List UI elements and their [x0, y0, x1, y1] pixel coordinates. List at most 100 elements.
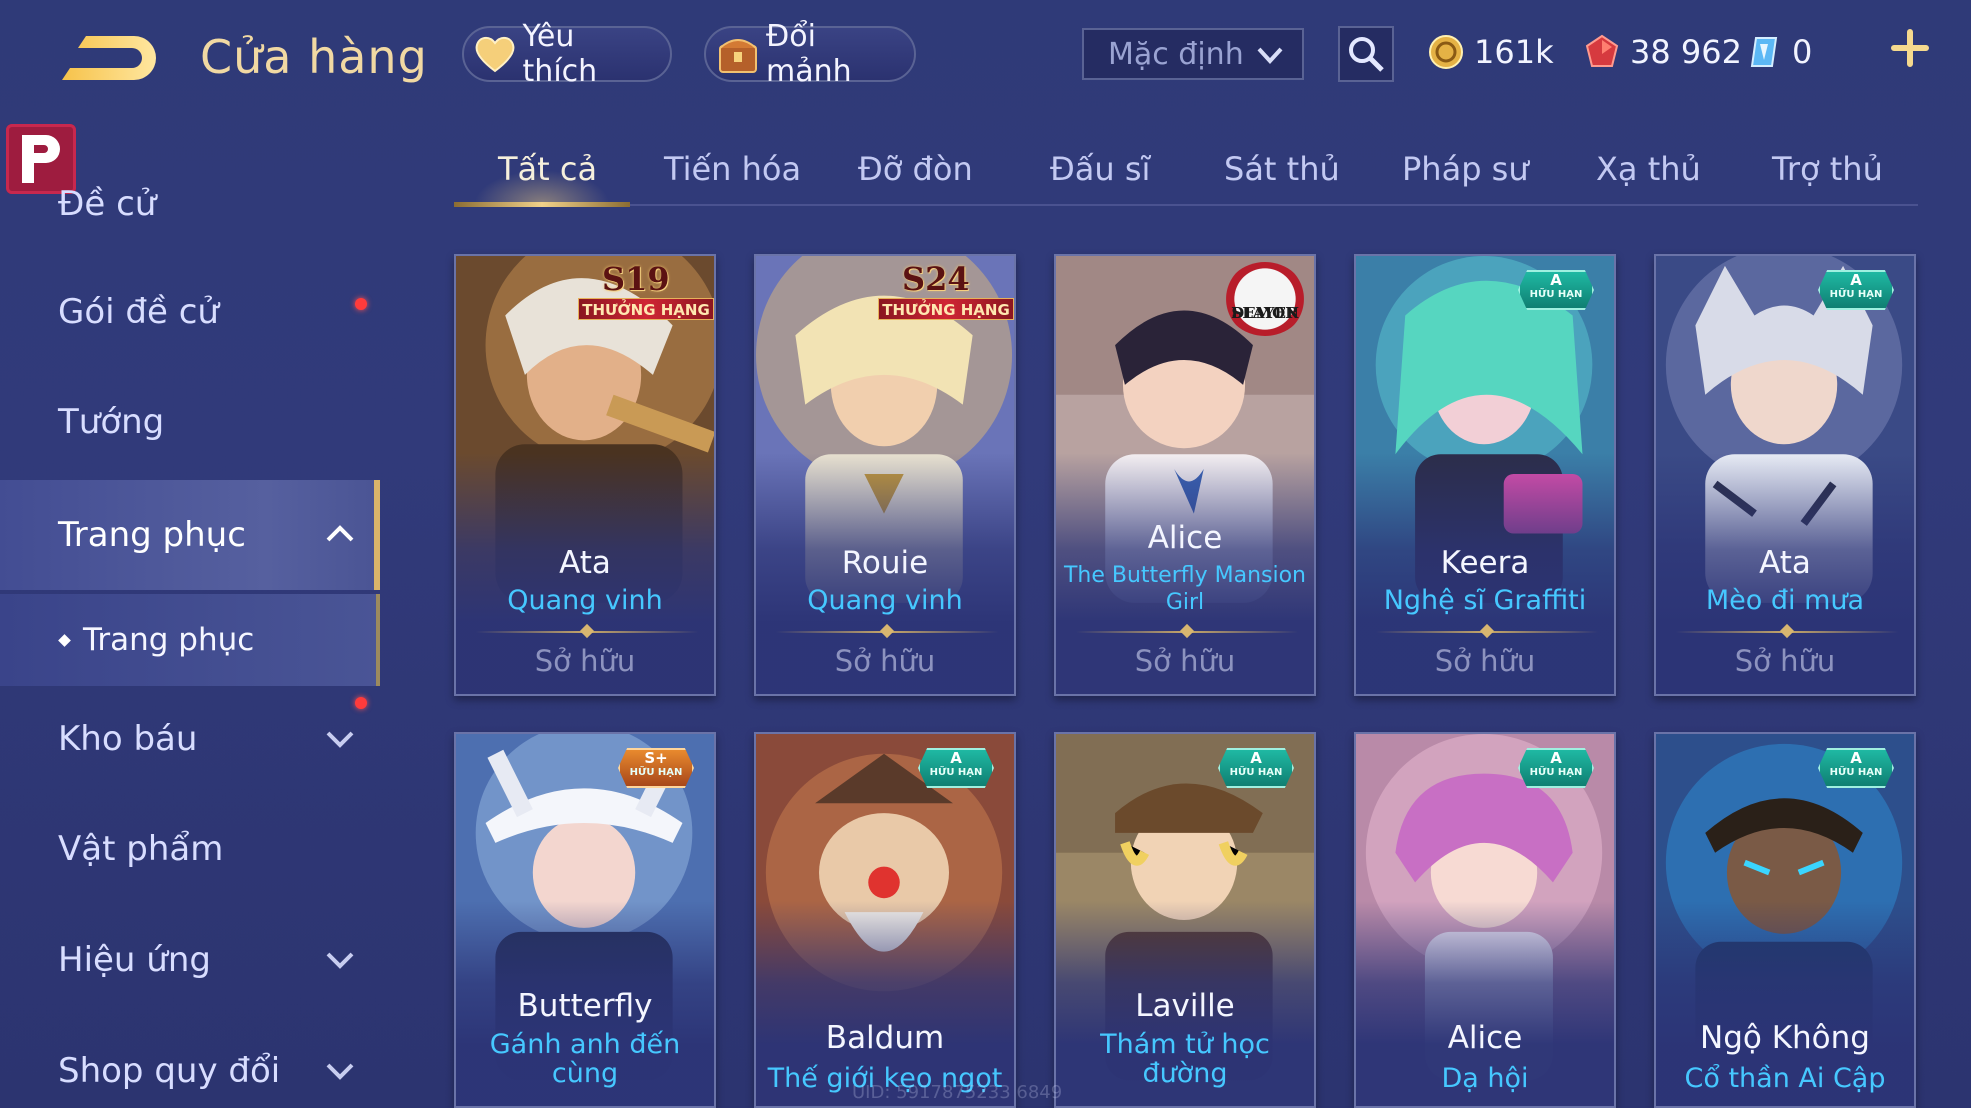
back-button[interactable] — [56, 28, 160, 90]
hero-name: Rouie — [841, 545, 929, 581]
plus-icon — [1891, 29, 1929, 67]
gold-amount: 161k — [1474, 33, 1554, 71]
sidebar-item-treasure[interactable]: Kho báu — [0, 689, 380, 789]
collab-badge: DEMON SLAYER — [1224, 262, 1306, 336]
sidebar-item-label: Shop quy đổi — [58, 1051, 281, 1091]
gold-currency: 161k — [1428, 26, 1554, 78]
red-voucher-icon — [1585, 34, 1619, 67]
top-bar: Cửa hàng Yêu thích Đổi mảnh Mặc định 161… — [0, 0, 1971, 110]
notification-dot — [355, 697, 367, 709]
skin-card[interactable]: A HỮU HẠN Keera Nghệ sĩ Graffiti Sở hữu — [1354, 254, 1616, 696]
chevron-down-icon — [326, 952, 354, 969]
sidebar-item-label: Trang phục — [58, 515, 246, 555]
chevron-down-icon — [1257, 47, 1283, 64]
voucher-amount: 38 962 — [1630, 33, 1742, 71]
hero-name: Ata — [1759, 545, 1811, 581]
tab-support[interactable]: Trợ thủ — [1772, 150, 1883, 188]
card-divider — [476, 631, 698, 633]
sidebar-item-label: Trang phục — [83, 622, 255, 658]
hero-name: Laville — [1135, 988, 1235, 1024]
chest-icon — [716, 32, 760, 76]
skin-name: Cổ thần Ai Cập — [1684, 1063, 1886, 1094]
sidebar-item-label: Gói đề cử — [58, 292, 219, 332]
tab-assassin[interactable]: Sát thủ — [1224, 150, 1340, 188]
sidebar-item-heroes[interactable]: Tướng — [0, 372, 380, 472]
season-rank-badge: S19 THƯỞNG HẠNG — [574, 260, 714, 324]
chevron-down-icon — [326, 1063, 354, 1080]
hero-name: Alice — [1447, 1020, 1523, 1056]
sidebar-subitem-skins[interactable]: Trang phục — [0, 594, 380, 686]
chevron-down-icon — [326, 731, 354, 748]
tier-a-limited-badge: A HỮU HẠN — [1818, 270, 1894, 310]
skin-name: Nghệ sĩ Graffiti — [1383, 585, 1587, 616]
tier-a-limited-badge: A HỮU HẠN — [1518, 270, 1594, 310]
card-divider — [1076, 631, 1298, 633]
sidebar-item-effects[interactable]: Hiệu ứng — [0, 910, 380, 1010]
hero-name: Keera — [1440, 545, 1530, 581]
sidebar-item-label: Vật phẩm — [58, 829, 224, 869]
crystal-currency: 0 — [1746, 26, 1812, 78]
skin-card[interactable]: S+ HỮU HẠN Butterfly Gánh anh đến cùng — [454, 732, 716, 1108]
card-divider — [1676, 631, 1898, 633]
crystal-amount: 0 — [1792, 33, 1813, 71]
sidebar-item-exchange-shop[interactable]: Shop quy đổi — [0, 1021, 380, 1108]
owned-status: Sở hữu — [534, 644, 636, 678]
owned-status: Sở hữu — [1134, 644, 1236, 678]
chevron-up-icon — [326, 525, 354, 542]
tier-a-limited-badge: A HỮU HẠN — [918, 748, 994, 788]
sort-dropdown[interactable]: Mặc định — [1082, 28, 1304, 80]
tab-tank[interactable]: Đỡ đòn — [858, 150, 973, 188]
tab-fighter[interactable]: Đấu sĩ — [1050, 150, 1150, 188]
owned-status: Sở hữu — [834, 644, 936, 678]
hero-name: Butterfly — [517, 988, 653, 1024]
favorite-button[interactable]: Yêu thích — [462, 19, 672, 89]
sidebar-item-skins[interactable]: Trang phục — [0, 480, 380, 590]
role-tabs: Tất cả Tiến hóa Đỡ đòn Đấu sĩ Sát thủ Ph… — [454, 140, 1918, 206]
skin-card[interactable]: A HỮU HẠN Alice Dạ hội — [1354, 732, 1616, 1108]
heart-icon — [474, 32, 517, 76]
skin-name: Quang vinh — [807, 585, 963, 616]
skin-card[interactable]: S19 THƯỞNG HẠNG Ata Quang vinh Sở hữu — [454, 254, 716, 696]
page-title: Cửa hàng — [200, 30, 428, 84]
hero-name: Ata — [559, 545, 611, 581]
owned-status: Sở hữu — [1734, 644, 1836, 678]
sidebar-item-recommended[interactable]: Đề cử — [0, 154, 380, 254]
skin-card[interactable]: A HỮU HẠN Ngộ Không Cổ thần Ai Cập — [1654, 732, 1916, 1108]
tier-a-limited-badge: A HỮU HẠN — [1518, 748, 1594, 788]
sidebar-item-label: Đề cử — [58, 184, 157, 224]
hero-name: Alice — [1147, 520, 1223, 556]
search-button[interactable] — [1338, 26, 1394, 82]
sidebar-item-label: Kho báu — [58, 719, 198, 759]
card-divider — [1376, 631, 1598, 633]
skin-name: Thám tử học đường — [1100, 1029, 1270, 1089]
skin-name: Dạ hội — [1441, 1063, 1529, 1094]
tier-a-limited-badge: A HỮU HẠN — [1218, 748, 1294, 788]
season-rank-badge: S24 THƯỞNG HẠNG — [874, 260, 1014, 324]
top-up-button[interactable] — [1888, 26, 1932, 70]
tab-all[interactable]: Tất cả — [498, 150, 597, 188]
sidebar-item-recommended-packs[interactable]: Gói đề cử — [0, 262, 380, 362]
skin-card[interactable]: A HỮU HẠN Baldum Thế giới kẹo ngọt — [754, 732, 1016, 1108]
notification-dot — [355, 298, 367, 310]
sidebar-item-label: Tướng — [58, 402, 165, 442]
skin-card[interactable]: A HỮU HẠN Laville Thám tử học đường — [1054, 732, 1316, 1108]
hero-name: Ngộ Không — [1700, 1020, 1870, 1056]
gold-coin-icon — [1429, 35, 1463, 69]
tier-a-limited-badge: A HỮU HẠN — [1818, 748, 1894, 788]
exchange-shards-button[interactable]: Đổi mảnh — [704, 19, 916, 89]
back-icon — [62, 36, 156, 80]
tab-mage[interactable]: Pháp sư — [1402, 150, 1529, 188]
skin-card[interactable]: S24 THƯỞNG HẠNG Rouie Quang vinh Sở hữu — [754, 254, 1016, 696]
tab-marksman[interactable]: Xạ thủ — [1596, 150, 1701, 188]
bullet-icon — [58, 633, 71, 647]
skin-card[interactable]: DEMON SLAYER Alice The Butterfly Mansion … — [1054, 254, 1316, 696]
sidebar-item-items[interactable]: Vật phẩm — [0, 799, 380, 899]
search-icon — [1349, 37, 1384, 72]
tab-evolution[interactable]: Tiến hóa — [664, 150, 801, 188]
uid-watermark: UID: 5917875233 6849 — [852, 1082, 1063, 1103]
skin-card[interactable]: A HỮU HẠN Ata Mèo đi mưa Sở hữu — [1654, 254, 1916, 696]
skin-name: Mèo đi mưa — [1705, 585, 1865, 616]
active-tab-underline — [454, 202, 630, 207]
favorite-label: Yêu thích — [522, 19, 598, 89]
skin-name: Gánh anh đến cùng — [489, 1029, 681, 1089]
